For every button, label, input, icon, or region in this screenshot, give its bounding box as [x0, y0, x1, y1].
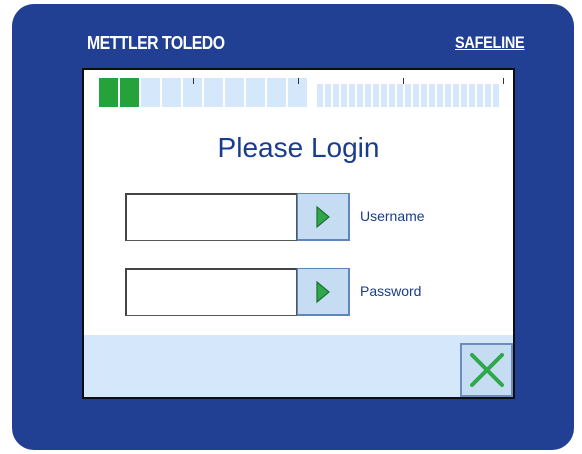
brand-logo-right: SAFELINE [455, 33, 525, 52]
play-arrow-icon [316, 280, 330, 303]
progress-segment [204, 78, 223, 107]
progress-fine-segment [445, 84, 451, 107]
password-field[interactable] [125, 268, 297, 316]
progress-fine-segment [493, 84, 499, 107]
progress-segment [141, 78, 160, 107]
progress-fine-segment [453, 84, 459, 107]
progress-fine-segment [357, 84, 363, 107]
progress-fine-segment [413, 84, 419, 107]
progress-fine-segment [333, 84, 339, 107]
progress-fine-segment [437, 84, 443, 107]
progress-fine-segment [325, 84, 331, 107]
password-label: Password [360, 283, 422, 299]
progress-fine-segment [365, 84, 371, 107]
progress-fine-segment [397, 84, 403, 107]
progress-fine-segment [405, 84, 411, 107]
password-row: Password [125, 268, 455, 316]
progress-segment [246, 78, 265, 107]
progress-fine-segment [389, 84, 395, 107]
progress-segment [162, 78, 181, 107]
progress-tick [403, 78, 404, 84]
play-arrow-icon [316, 205, 330, 228]
progress-tick [193, 78, 194, 84]
progress-fine-segment [381, 84, 387, 107]
progress-segment [225, 78, 244, 107]
progress-fine-segment [469, 84, 475, 107]
progress-tick [298, 78, 299, 84]
password-submit-button[interactable] [297, 268, 350, 316]
progress-fine-segment [429, 84, 435, 107]
progress-fine-segment [461, 84, 467, 107]
close-button[interactable] [460, 343, 513, 397]
progress-segment [120, 78, 139, 107]
progress-fine-segment [477, 84, 483, 107]
progress-fine-segment [317, 84, 323, 107]
progress-fine-segment [341, 84, 347, 107]
progress-segment [99, 78, 118, 107]
progress-bar [99, 78, 504, 107]
close-x-icon [469, 353, 504, 387]
brand-logo-left: METTLER TOLEDO [87, 33, 225, 53]
progress-fine-segment [485, 84, 491, 107]
progress-fine-segment [421, 84, 427, 107]
progress-tick [503, 78, 504, 84]
progress-segment [267, 78, 286, 107]
page-title: Please Login [217, 132, 380, 163]
progress-fine-segment [373, 84, 379, 107]
username-submit-button[interactable] [297, 193, 350, 241]
login-screen: Please Login Username Password [82, 68, 515, 399]
footer-bar [84, 335, 513, 397]
username-field[interactable] [125, 193, 297, 241]
progress-fine-segment [349, 84, 355, 107]
username-row: Username [125, 193, 455, 241]
username-label: Username [360, 208, 425, 224]
